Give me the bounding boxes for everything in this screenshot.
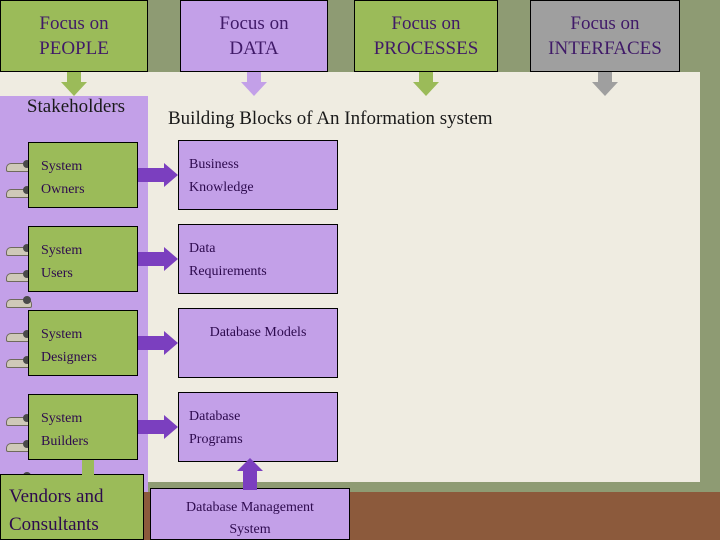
slide-canvas: Focus on PEOPLE Focus on DATA Focus on P… <box>0 0 720 540</box>
focus-box-processes-line2: PROCESSES <box>373 38 479 59</box>
focus-box-people-line2: PEOPLE <box>39 38 109 59</box>
data-box-business-knowledge[interactable]: Business Knowledge <box>178 140 338 210</box>
stakeholder-users-line2: Users <box>41 266 73 281</box>
focus-box-data[interactable]: Focus on DATA <box>180 0 328 72</box>
stakeholder-owners-line1: System <box>41 159 83 174</box>
stakeholder-vendors-line1: Vendors and <box>9 486 104 507</box>
focus-box-people[interactable]: Focus on PEOPLE <box>0 0 148 72</box>
data-programs-line2: Programs <box>189 432 243 447</box>
page-title: Building Blocks of An Information system <box>168 108 493 129</box>
stakeholder-builders-line2: Builders <box>41 434 89 449</box>
data-business-line2: Knowledge <box>189 180 254 195</box>
data-box-database-programs[interactable]: Database Programs <box>178 392 338 462</box>
stakeholder-vendors-line2: Consultants <box>9 514 99 535</box>
data-business-line1: Business <box>189 157 239 172</box>
focus-box-interfaces-line1: Focus on <box>570 13 640 34</box>
stakeholder-designers-line1: System <box>41 327 83 342</box>
data-models-line1: Database Models <box>209 325 307 340</box>
data-box-database-models[interactable]: Database Models <box>178 308 338 378</box>
focus-box-people-line1: Focus on <box>39 13 109 34</box>
data-dbms-line1: Database Management <box>186 500 314 515</box>
focus-box-data-line2: DATA <box>229 38 279 59</box>
stakeholder-builders-line1: System <box>41 411 83 426</box>
data-box-dbms[interactable]: Database Management System <box>150 488 350 540</box>
focus-box-processes-line1: Focus on <box>391 13 461 34</box>
connector-vendors-icon <box>82 460 94 476</box>
data-programs-line1: Database <box>189 409 241 424</box>
stakeholder-owners-line2: Owners <box>41 182 85 197</box>
data-dbms-line2: System <box>229 522 271 537</box>
stakeholder-users-line1: System <box>41 243 83 258</box>
stakeholder-designers-line2: Designers <box>41 350 97 365</box>
stakeholder-box-system-owners[interactable]: System Owners <box>28 142 138 208</box>
person-icon <box>6 296 32 308</box>
focus-box-data-line1: Focus on <box>219 13 289 34</box>
data-requirements-line1: Data <box>189 241 216 256</box>
stakeholders-heading: Stakeholders <box>26 96 126 117</box>
stakeholder-box-system-designers[interactable]: System Designers <box>28 310 138 376</box>
focus-box-interfaces-line2: INTERFACES <box>548 38 662 59</box>
data-box-data-requirements[interactable]: Data Requirements <box>178 224 338 294</box>
data-requirements-line2: Requirements <box>189 264 267 279</box>
stakeholder-box-system-builders[interactable]: System Builders <box>28 394 138 460</box>
focus-box-processes[interactable]: Focus on PROCESSES <box>354 0 498 72</box>
stakeholder-box-vendors-consultants[interactable]: Vendors and Consultants <box>0 474 144 540</box>
focus-box-interfaces[interactable]: Focus on INTERFACES <box>530 0 680 72</box>
stakeholder-box-system-users[interactable]: System Users <box>28 226 138 292</box>
